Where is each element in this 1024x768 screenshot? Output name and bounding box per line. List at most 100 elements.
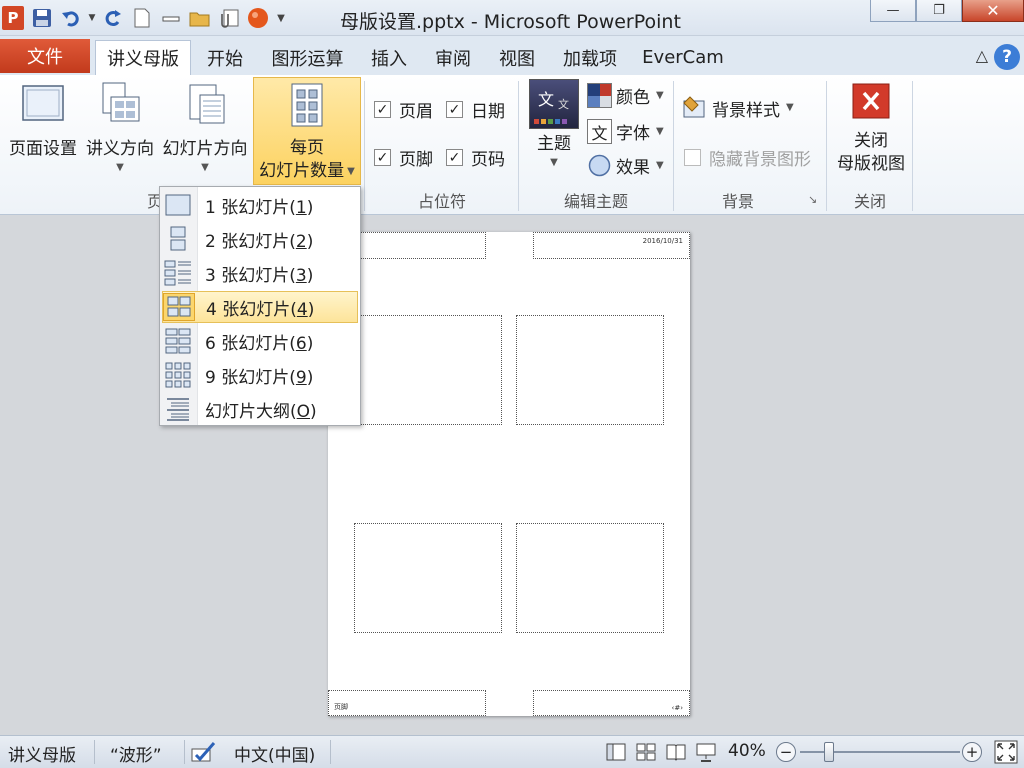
menu-item-6-slides[interactable]: 6 张幻灯片(6) <box>162 325 358 357</box>
menu-item-outline[interactable]: 幻灯片大纲(O) <box>162 393 358 425</box>
chevron-down-icon: ▼ <box>786 102 794 113</box>
menu-item-accelerator: 6 <box>295 333 307 354</box>
nine-slides-layout-icon <box>162 361 194 389</box>
header-checkbox[interactable]: ✓ 页眉 <box>374 97 433 122</box>
close-master-view-button[interactable]: 关闭 母版视图 <box>832 75 910 185</box>
menu-item-9-slides[interactable]: 9 张幻灯片(9) <box>162 359 358 391</box>
three-slides-layout-icon <box>162 259 194 287</box>
menu-item-1-slide[interactable]: 1 张幻灯片(1) <box>162 189 358 221</box>
page-number-checkbox[interactable]: ✓ 页码 <box>446 145 505 170</box>
menu-item-label: 4 张幻灯片(4) <box>206 295 314 320</box>
group-label-background: 背景 <box>721 192 754 211</box>
chevron-down-icon: ▼ <box>347 165 355 177</box>
chevron-down-icon: ▼ <box>656 125 664 137</box>
minimize-button[interactable]: — <box>870 0 916 22</box>
footer-placeholder[interactable]: 页脚 <box>328 690 486 716</box>
close-master-icon <box>851 81 891 128</box>
open-folder-icon[interactable] <box>187 6 213 30</box>
date-checkbox[interactable]: ✓ 日期 <box>446 97 505 122</box>
tab-shape-operations[interactable]: 图形运算 <box>260 40 355 75</box>
slide-placeholder[interactable] <box>354 523 502 633</box>
menu-item-text-end: ) <box>306 333 314 354</box>
page-setup-button[interactable]: 页面设置 <box>6 75 80 185</box>
footer-checkbox[interactable]: ✓ 页脚 <box>374 145 433 170</box>
themes-button[interactable]: 文 文 主题 ▼ <box>526 75 582 185</box>
hide-background-checkbox[interactable]: 隐藏背景图形 <box>684 145 811 170</box>
menu-item-2-slides[interactable]: 2 张幻灯片(2) <box>162 223 358 255</box>
tab-insert[interactable]: 插入 <box>362 40 416 75</box>
menu-item-text: 3 张幻灯片( <box>205 265 296 286</box>
slide-placeholder[interactable] <box>516 523 664 633</box>
help-icon[interactable]: ? <box>994 44 1020 70</box>
minimize-qat-icon[interactable] <box>158 6 184 30</box>
page-number-label: 页码 <box>471 150 505 170</box>
slide-placeholder[interactable] <box>354 315 502 425</box>
reading-view-icon[interactable] <box>666 743 686 766</box>
slide-orientation-button[interactable]: 幻灯片方向 ▼ <box>160 75 250 185</box>
fonts-icon: 文 <box>587 119 612 144</box>
tab-handout-master[interactable]: 讲义母版 <box>95 40 191 75</box>
menu-item-accelerator: 3 <box>295 265 307 286</box>
restore-button[interactable]: ❐ <box>916 0 962 22</box>
page-number-placeholder[interactable]: ‹#› <box>533 690 690 716</box>
attach-icon[interactable] <box>216 6 242 30</box>
menu-item-text-end: ) <box>310 401 317 422</box>
tab-addins[interactable]: 加载项 <box>552 40 628 75</box>
handout-page: 2016/10/31 页脚 ‹#› <box>328 232 690 716</box>
menu-item-text-end: ) <box>306 231 314 252</box>
zoom-in-button[interactable]: + <box>962 742 982 762</box>
date-text: 2016/10/31 <box>642 237 683 245</box>
status-language[interactable]: 中文(中国) <box>234 741 315 766</box>
tab-home[interactable]: 开始 <box>196 40 254 75</box>
colors-icon <box>587 83 612 108</box>
slide-placeholder[interactable] <box>516 315 664 425</box>
app-menu-icon[interactable]: P <box>0 6 26 30</box>
save-icon[interactable] <box>29 6 55 30</box>
colors-button[interactable]: 颜色 ▼ <box>587 83 664 108</box>
redo-icon[interactable] <box>100 6 126 30</box>
group-label-placeholders: 占位符 <box>417 192 466 211</box>
fit-to-window-icon[interactable] <box>994 740 1018 768</box>
menu-item-text: 2 张幻灯片( <box>205 231 296 252</box>
effects-icon <box>587 153 612 178</box>
dialog-launcher-icon[interactable]: ↘ <box>808 193 817 206</box>
customize-qat-icon[interactable]: ▼ <box>274 6 288 30</box>
zoom-level[interactable]: 40% <box>728 741 766 761</box>
menu-item-label: 6 张幻灯片(6) <box>205 329 313 354</box>
slideshow-view-icon[interactable] <box>696 742 716 767</box>
date-placeholder[interactable]: 2016/10/31 <box>533 232 690 259</box>
menu-item-accelerator: 9 <box>295 367 307 388</box>
record-icon[interactable] <box>245 6 271 30</box>
status-theme-name[interactable]: “波形” <box>110 741 162 766</box>
tab-file[interactable]: 文件 <box>0 39 90 73</box>
effects-button[interactable]: 效果 ▼ <box>587 153 664 178</box>
close-window-button[interactable]: ✕ <box>962 0 1024 22</box>
tab-review[interactable]: 审阅 <box>425 40 481 75</box>
undo-dropdown-icon[interactable]: ▼ <box>87 6 97 30</box>
hide-background-label: 隐藏背景图形 <box>709 150 811 170</box>
menu-item-label: 1 张幻灯片(1) <box>205 193 313 218</box>
menu-item-4-slides[interactable]: 4 张幻灯片(4) <box>162 291 358 323</box>
slides-per-page-button[interactable]: 每页 幻灯片数量 ▼ <box>253 77 361 185</box>
window-controls: — ❐ ✕ <box>870 0 1024 22</box>
slide-orientation-icon <box>182 81 228 134</box>
background-styles-button[interactable]: 背景样式 ▼ <box>682 95 794 121</box>
normal-view-icon[interactable] <box>606 743 626 766</box>
footer-label: 页脚 <box>399 150 433 170</box>
powerpoint-logo-icon: P <box>2 6 24 30</box>
undo-icon[interactable] <box>58 6 84 30</box>
new-document-icon[interactable] <box>129 6 155 30</box>
handout-orientation-button[interactable]: 讲义方向 ▼ <box>83 75 157 185</box>
tab-view[interactable]: 视图 <box>490 40 544 75</box>
minimize-ribbon-icon[interactable]: △ <box>976 46 988 65</box>
ribbon-tabs: 文件 讲义母版 开始 图形运算 插入 审阅 视图 加载项 EverCam △ ? <box>0 36 1024 75</box>
chevron-down-icon: ▼ <box>656 89 664 101</box>
menu-item-3-slides[interactable]: 3 张幻灯片(3) <box>162 257 358 289</box>
zoom-slider-thumb[interactable] <box>823 742 834 762</box>
tab-evercam[interactable]: EverCam <box>638 40 728 75</box>
themes-label: 主题 <box>537 134 571 154</box>
slide-sorter-view-icon[interactable] <box>636 743 656 766</box>
zoom-out-button[interactable]: − <box>776 742 796 762</box>
proofing-icon[interactable] <box>190 739 218 768</box>
fonts-button[interactable]: 文 字体 ▼ <box>587 119 664 144</box>
